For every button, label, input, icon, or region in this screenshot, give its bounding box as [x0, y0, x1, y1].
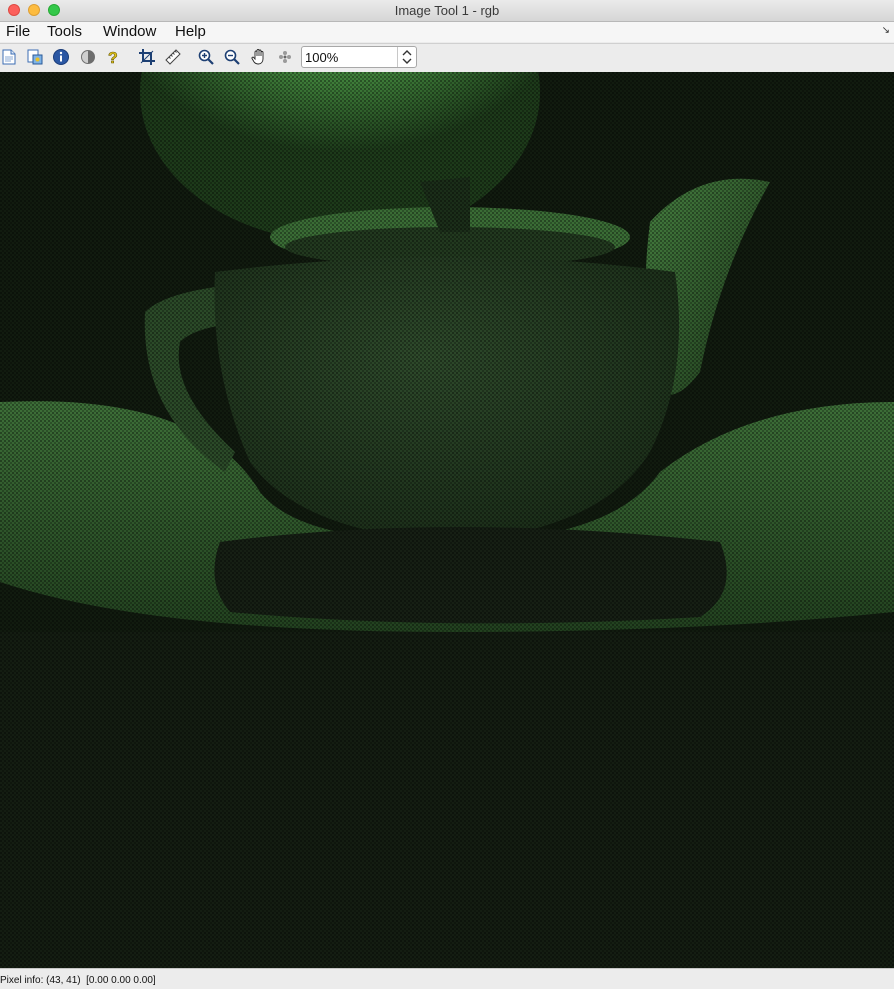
hand-pan-icon — [250, 48, 268, 66]
status-bar: Pixel info: (43, 41) [0.00 0.00 0.00] — [0, 968, 894, 989]
zoom-out-button[interactable] — [223, 48, 241, 66]
zoom-combobox[interactable] — [301, 46, 417, 68]
info-icon — [52, 48, 70, 66]
toolbar: ? — [0, 43, 894, 73]
image-properties-button[interactable] — [26, 48, 44, 66]
pan-button[interactable] — [250, 48, 268, 66]
crop-button[interactable] — [138, 48, 156, 66]
contrast-button[interactable] — [79, 48, 97, 66]
up-down-arrows-icon — [398, 47, 416, 67]
zoom-stepper[interactable] — [397, 47, 416, 67]
menu-bar: File Tools Window Help ↘ — [0, 22, 894, 42]
zoom-level-input[interactable] — [305, 49, 395, 65]
menu-help[interactable]: Help — [173, 23, 208, 40]
svg-text:?: ? — [108, 50, 118, 66]
zoom-out-icon — [223, 48, 241, 66]
crop-icon — [138, 48, 156, 66]
move-icon — [276, 48, 294, 66]
ruler-icon — [164, 48, 182, 66]
zoom-in-icon — [197, 48, 215, 66]
ruler-button[interactable] — [164, 48, 182, 66]
help-button[interactable]: ? — [104, 48, 122, 66]
help-icon: ? — [104, 48, 122, 66]
resize-corner-icon[interactable]: ↘ — [882, 25, 890, 36]
contrast-icon — [79, 48, 97, 66]
info-button[interactable] — [52, 48, 70, 66]
rgb-image — [0, 72, 894, 968]
menu-window[interactable]: Window — [101, 23, 158, 40]
image-properties-icon — [26, 48, 44, 66]
zoom-in-button[interactable] — [197, 48, 215, 66]
image-canvas[interactable] — [0, 72, 894, 968]
pixel-info-text: Pixel info: (43, 41) [0.00 0.00 0.00] — [0, 975, 156, 986]
title-bar[interactable]: Image Tool 1 - rgb — [0, 0, 894, 22]
new-document-icon — [0, 48, 18, 66]
window-title: Image Tool 1 - rgb — [394, 3, 500, 18]
menu-tools[interactable]: Tools — [45, 23, 84, 40]
menu-file[interactable]: File — [4, 23, 32, 40]
new-document-button[interactable] — [0, 48, 18, 66]
image-tool-window: Image Tool 1 - rgb File Tools Window Hel… — [0, 0, 894, 989]
move-button[interactable] — [276, 48, 294, 66]
